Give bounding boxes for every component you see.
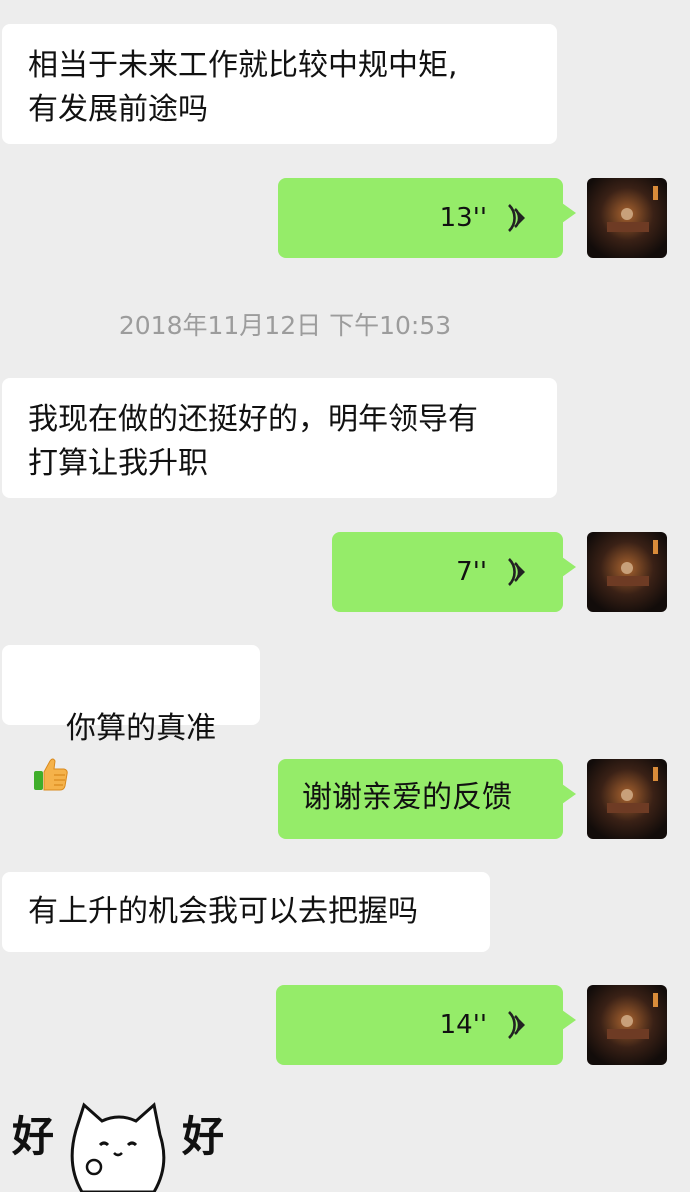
voice-content: 13'' — [278, 178, 563, 258]
message-text: 相当于未来工作就比较中规中矩, 有发展前途吗 — [28, 48, 458, 127]
message-text: 有上升的机会我可以去把握吗 — [28, 894, 418, 929]
message-text: 谢谢亲爱的反馈 — [302, 780, 512, 815]
voice-wave-icon — [508, 204, 525, 232]
outgoing-message[interactable]: 谢谢亲爱的反馈 — [278, 759, 576, 839]
timestamp: 2018年11月12日 下午10:53 — [118, 311, 452, 340]
voice-content: 14'' — [276, 985, 563, 1065]
message-text-content: 你算的真准 — [66, 711, 217, 746]
voice-duration: 13'' — [439, 203, 487, 233]
outgoing-voice-message[interactable]: 14'' — [276, 985, 576, 1065]
incoming-message[interactable]: 你算的真准 — [2, 645, 260, 790]
avatar[interactable] — [587, 178, 667, 258]
message-text: 你算的真准 — [2, 645, 260, 857]
incoming-message[interactable]: 相当于未来工作就比较中规中矩, 有发展前途吗 — [2, 24, 557, 144]
voice-wave-icon — [508, 558, 525, 586]
incoming-message[interactable]: 我现在做的还挺好的，明年领导有 打算让我升职 — [2, 378, 557, 498]
cat-face-icon — [70, 1102, 166, 1192]
avatar[interactable] — [587, 532, 667, 612]
avatar[interactable] — [587, 985, 667, 1065]
cat-sticker[interactable]: 好 好 — [0, 1085, 240, 1192]
sticker-right-text: 好 — [182, 1112, 225, 1161]
incoming-message[interactable]: 有上升的机会我可以去把握吗 — [2, 872, 490, 952]
voice-duration: 7'' — [456, 557, 487, 587]
voice-duration: 14'' — [439, 1010, 487, 1040]
voice-wave-icon — [508, 1011, 525, 1039]
voice-content: 7'' — [332, 532, 563, 612]
outgoing-voice-message[interactable]: 13'' — [278, 178, 576, 258]
message-text: 我现在做的还挺好的，明年领导有 打算让我升职 — [28, 402, 478, 481]
avatar[interactable] — [587, 759, 667, 839]
sticker-left-text: 好 — [12, 1112, 55, 1161]
thumbs-up-emoji — [34, 758, 68, 790]
outgoing-voice-message[interactable]: 7'' — [332, 532, 576, 612]
